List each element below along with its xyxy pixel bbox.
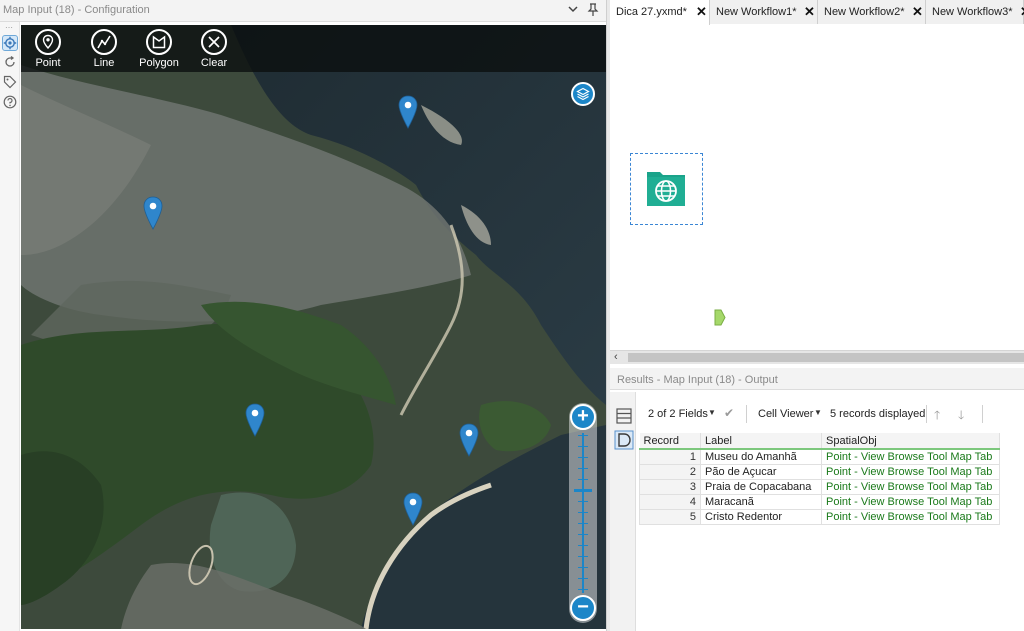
tab-label: Dica 27.yxmd* (616, 6, 687, 18)
polygon-tool-label: Polygon (139, 57, 179, 69)
close-icon[interactable]: ✕ (1020, 4, 1024, 20)
close-icon[interactable]: ✕ (912, 4, 923, 20)
label-cell[interactable]: Maracanã (700, 493, 822, 510)
zoom-out-button[interactable]: − (570, 595, 596, 621)
records-count: 5 records displayed (830, 408, 926, 420)
record-number: 1 (639, 448, 701, 465)
results-title: Results - Map Input (18) - Output (617, 374, 778, 386)
toolbar-separator (982, 405, 983, 423)
point-tool-label: Point (35, 57, 61, 69)
horizontal-scrollbar[interactable]: ‹ (610, 350, 1024, 364)
table-header-row: Record Label SpatialObj (639, 433, 1000, 450)
map-drawing-toolbar: Point Line Polygon Clear (21, 25, 606, 72)
record-number: 3 (639, 478, 701, 495)
satellite-map[interactable]: Point Line Polygon Clear + − (21, 25, 606, 629)
settings-gear-icon[interactable] (2, 35, 18, 51)
toolbar-separator (746, 405, 747, 423)
layers-icon[interactable] (571, 82, 595, 106)
close-icon[interactable]: ✕ (696, 4, 707, 20)
table-row[interactable]: 3 Praia de Copacabana Point - View Brows… (639, 478, 1000, 495)
data-view-icon[interactable] (614, 430, 634, 450)
tab-label: New Workflow3* (932, 6, 1013, 18)
workflow-canvas[interactable] (610, 25, 1024, 350)
checkmark-icon[interactable]: ✔ (724, 406, 734, 420)
table-row[interactable]: 5 Cristo Redentor Point - View Browse To… (639, 508, 1000, 525)
results-side-toolbar (610, 392, 636, 631)
column-header-label[interactable]: Label (700, 433, 822, 450)
results-toolbar: 2 of 2 Fields ▼ ✔ Cell Viewer ▼ 5 record… (638, 400, 1024, 428)
map-input-tool-node[interactable] (630, 153, 726, 326)
polygon-tool-button[interactable]: Polygon (129, 29, 189, 71)
tab-new-workflow-3[interactable]: New Workflow3* ✕ (926, 0, 1024, 24)
spatialobj-cell[interactable]: Point - View Browse Tool Map Tab (821, 508, 1000, 525)
column-header-spatialobj[interactable]: SpatialObj (821, 433, 1000, 450)
results-header: Results - Map Input (18) - Output (610, 368, 1024, 390)
clear-tool-button[interactable]: Clear (184, 29, 244, 71)
help-icon[interactable] (3, 95, 17, 109)
results-table: Record Label SpatialObj 1 Museu do Amanh… (639, 433, 1000, 525)
table-row[interactable]: 1 Museu do Amanhã Point - View Browse To… (639, 448, 1000, 465)
label-cell[interactable]: Museu do Amanhã (700, 448, 822, 465)
configuration-side-toolbar: ⋯ (0, 22, 20, 631)
tab-new-workflow-1[interactable]: New Workflow1* ✕ (710, 0, 818, 24)
fields-selector[interactable]: 2 of 2 Fields (648, 408, 708, 420)
dropdown-arrow-icon[interactable]: ▼ (708, 408, 716, 417)
tab-label: New Workflow2* (824, 6, 905, 18)
zoom-slider-handle[interactable] (574, 489, 592, 492)
tag-icon[interactable] (3, 75, 17, 89)
table-row[interactable]: 4 Maracanã Point - View Browse Tool Map … (639, 493, 1000, 510)
zoom-control: + − (569, 403, 597, 623)
record-number: 4 (639, 493, 701, 510)
close-icon (201, 29, 227, 55)
close-icon[interactable]: ✕ (804, 4, 815, 20)
map-marker-maracana[interactable] (143, 196, 163, 230)
map-pin-icon (35, 29, 61, 55)
label-cell[interactable]: Praia de Copacabana (700, 478, 822, 495)
refresh-icon[interactable] (3, 55, 17, 69)
spatialobj-cell[interactable]: Point - View Browse Tool Map Tab (821, 463, 1000, 480)
output-anchor-icon[interactable] (714, 309, 726, 326)
record-number: 5 (639, 508, 701, 525)
map-marker-museu-do-amanha[interactable] (398, 95, 418, 129)
grip-icon: ⋯ (5, 23, 14, 32)
column-header-record[interactable]: Record (639, 433, 701, 450)
spatialobj-cell[interactable]: Point - View Browse Tool Map Tab (821, 478, 1000, 495)
line-icon (91, 29, 117, 55)
zoom-track[interactable] (582, 433, 584, 593)
tab-new-workflow-2[interactable]: New Workflow2* ✕ (818, 0, 926, 24)
line-tool-button[interactable]: Line (74, 29, 134, 71)
workflow-tab-bar: Dica 27.yxmd* ✕ New Workflow1* ✕ New Wor… (610, 0, 1024, 25)
chevron-down-icon[interactable] (566, 3, 580, 17)
configuration-header: Map Input (18) - Configuration (0, 0, 606, 22)
dropdown-arrow-icon[interactable]: ▼ (814, 408, 822, 417)
map-marker-cristo-redentor[interactable] (245, 403, 265, 437)
tab-label: New Workflow1* (716, 6, 797, 18)
toolbar-separator (926, 405, 927, 423)
record-number: 2 (639, 463, 701, 480)
map-marker-pao-de-acucar[interactable] (459, 423, 479, 457)
globe-folder-icon (647, 172, 685, 206)
zoom-in-button[interactable]: + (570, 404, 596, 430)
scroll-left-icon[interactable]: ‹ (614, 351, 618, 363)
arrow-down-icon[interactable]: 🡓 (958, 406, 964, 427)
polygon-icon (146, 29, 172, 55)
map-marker-praia-de-copacabana[interactable] (403, 492, 423, 526)
line-tool-label: Line (93, 57, 115, 69)
clear-tool-label: Clear (200, 57, 228, 69)
cell-viewer-selector[interactable]: Cell Viewer (758, 408, 813, 420)
label-cell[interactable]: Cristo Redentor (700, 508, 822, 525)
scrollbar-thumb[interactable] (628, 353, 1024, 362)
arrow-up-icon[interactable]: 🡑 (934, 406, 940, 427)
configuration-title: Map Input (18) - Configuration (3, 4, 150, 16)
tab-dica-27[interactable]: Dica 27.yxmd* ✕ (610, 0, 710, 25)
label-cell[interactable]: Pão de Açucar (700, 463, 822, 480)
spatialobj-cell[interactable]: Point - View Browse Tool Map Tab (821, 493, 1000, 510)
spatialobj-cell[interactable]: Point - View Browse Tool Map Tab (821, 448, 1000, 465)
pin-icon[interactable] (586, 3, 600, 17)
table-view-icon[interactable] (614, 406, 634, 426)
satellite-imagery (21, 25, 606, 629)
table-row[interactable]: 2 Pão de Açucar Point - View Browse Tool… (639, 463, 1000, 480)
point-tool-button[interactable]: Point (21, 29, 78, 71)
app-window: { "config_pane": { "title": "Map Input (… (0, 0, 1024, 631)
